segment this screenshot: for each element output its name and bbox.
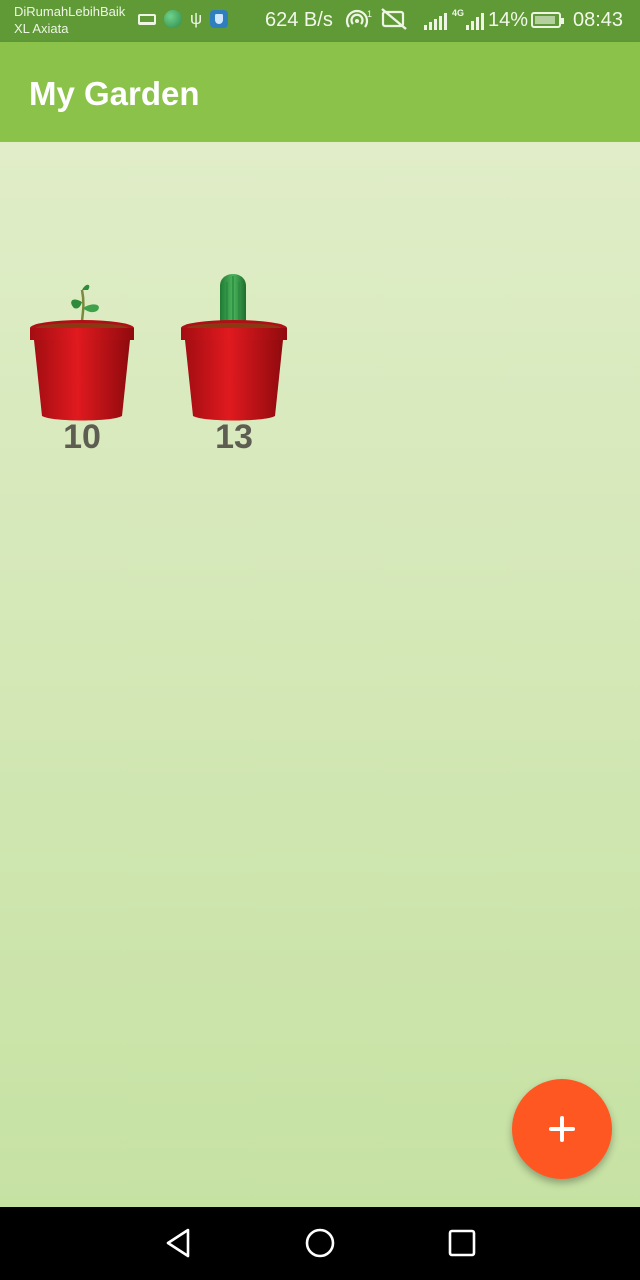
laptop-icon [138,13,156,25]
plus-icon [512,1079,612,1179]
network-type: 4G [452,8,465,18]
hotspot-count: 1 [367,9,372,19]
battery-percent: 14% [488,9,529,31]
signal-icon [424,12,448,30]
status-bar: DiRumahLebihBaik XL Axiata ψ 624 B/s 1 4… [0,0,640,42]
page-title: My Garden [29,75,200,112]
cactus-pot-icon [181,274,287,421]
app-bar: My Garden [0,42,640,142]
navigation-bar [0,1207,640,1280]
signal-4g-icon [466,12,484,30]
plant-item-cactus[interactable]: 13 [174,272,294,472]
carrier-line-1: DiRumahLebihBaik [14,4,126,19]
carrier-info: DiRumahLebihBaik XL Axiata [14,3,125,37]
usb-icon: ψ [190,9,203,28]
no-sync-icon [380,7,408,37]
plant-item-sprout[interactable]: 10 [22,272,142,472]
globe-icon [164,10,182,28]
home-icon[interactable] [302,1225,338,1261]
recents-icon[interactable] [444,1225,480,1261]
clock: 08:43 [573,9,624,31]
garden-grid: 10 13 [0,142,640,1207]
sprout-pot-icon [30,284,134,421]
back-icon[interactable] [160,1225,196,1261]
plant-count: 13 [215,418,253,456]
carrier-line-2: XL Axiata [14,21,69,36]
network-speed: 624 B/s [265,9,333,31]
plant-count: 10 [63,418,101,456]
hotspot-icon: 1 [345,9,375,36]
battery-charging-icon [531,12,564,28]
notification-icons: ψ [138,9,229,28]
shield-icon [210,10,229,28]
add-plant-button[interactable] [512,1079,612,1179]
